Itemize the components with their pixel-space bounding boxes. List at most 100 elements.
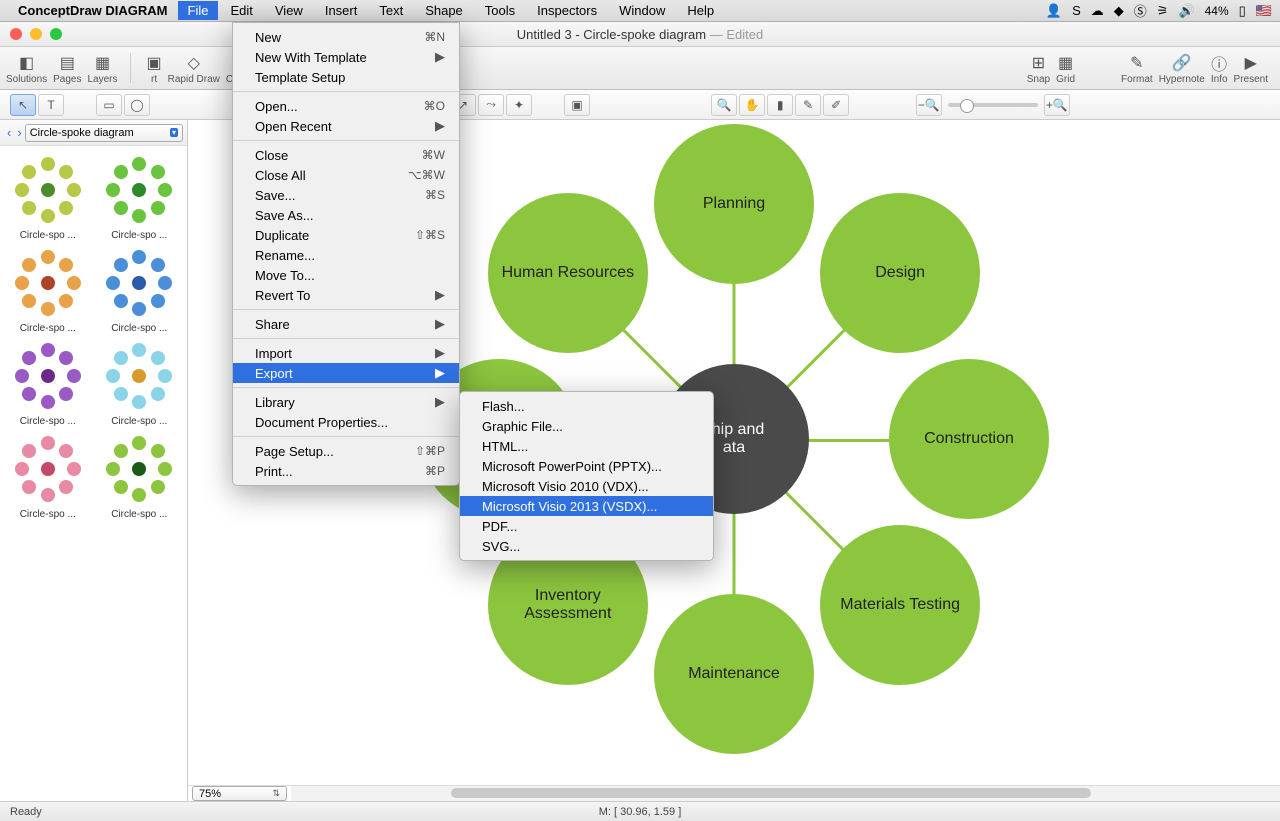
menu-help[interactable]: Help (677, 1, 724, 20)
menu-view[interactable]: View (265, 1, 313, 20)
connector-tool-3[interactable]: ⤳ (478, 94, 504, 116)
export-pdf-[interactable]: PDF... (460, 516, 713, 536)
connector-tool-4[interactable]: ✦ (506, 94, 532, 116)
zoom-in-button[interactable]: +🔍 (1044, 94, 1070, 116)
file-menu-close-all[interactable]: Close All⌥⌘W (233, 165, 459, 185)
file-menu-open-recent[interactable]: Open Recent▶ (233, 116, 459, 136)
paint-tool[interactable]: ▮ (767, 94, 793, 116)
volume-icon[interactable]: 🔊 (1178, 3, 1194, 19)
toolbar-pages[interactable]: ▤Pages (53, 52, 81, 85)
library-next-icon[interactable]: › (14, 125, 24, 140)
ellipse-tool[interactable]: ◯ (124, 94, 150, 116)
menu-text[interactable]: Text (369, 1, 413, 20)
hand-tool[interactable]: ✋ (739, 94, 765, 116)
export-submenu: Flash...Graphic File...HTML...Microsoft … (459, 391, 714, 561)
zoom-tool[interactable]: 🔍 (711, 94, 737, 116)
file-menu-open-[interactable]: Open...⌘O (233, 96, 459, 116)
library-item[interactable]: Circle-spo ... (4, 340, 92, 427)
menu-window[interactable]: Window (609, 1, 675, 20)
toolbar-solutions[interactable]: ◧Solutions (6, 52, 47, 85)
zoom-select[interactable]: 75%⇅ (192, 786, 287, 801)
library-item[interactable]: Circle-spo ... (96, 433, 184, 520)
library-item[interactable]: Circle-spo ... (96, 247, 184, 334)
flag-icon[interactable]: 🇺🇸 (1256, 3, 1272, 19)
rect-tool[interactable]: ▭ (96, 94, 122, 116)
layers-tool[interactable]: ▣ (564, 94, 590, 116)
file-menu-save-as-[interactable]: Save As... (233, 205, 459, 225)
menu-edit[interactable]: Edit (220, 1, 262, 20)
file-menu-new[interactable]: New⌘N (233, 27, 459, 47)
file-menu-template-setup[interactable]: Template Setup (233, 67, 459, 87)
toolbar-info[interactable]: ⓘInfo (1211, 52, 1228, 85)
export-svg-[interactable]: SVG... (460, 536, 713, 556)
cloud-icon[interactable]: ☁ (1091, 3, 1104, 19)
export-microsoft-visio-2013-vsdx-[interactable]: Microsoft Visio 2013 (VSDX)... (460, 496, 713, 516)
diagram-node[interactable]: Human Resources (488, 193, 648, 353)
library-item[interactable]: Circle-spo ... (96, 340, 184, 427)
zoom-window-icon[interactable] (50, 28, 62, 40)
diagram-node[interactable]: Maintenance (654, 594, 814, 754)
file-menu-export[interactable]: Export▶ (233, 363, 459, 383)
export-graphic-file-[interactable]: Graphic File... (460, 416, 713, 436)
file-menu-move-to-[interactable]: Move To... (233, 265, 459, 285)
file-menu-close[interactable]: Close⌘W (233, 145, 459, 165)
diagram-node[interactable]: Construction (889, 359, 1049, 519)
export-microsoft-powerpoint-pptx-[interactable]: Microsoft PowerPoint (PPTX)... (460, 456, 713, 476)
s-icon[interactable]: S (1072, 3, 1081, 18)
file-menu-share[interactable]: Share▶ (233, 314, 459, 334)
toolbar-rt[interactable]: ▣rt (147, 52, 162, 85)
library-item[interactable]: Circle-spo ... (4, 247, 92, 334)
wifi-icon[interactable]: ⚞ (1157, 3, 1169, 19)
file-menu-save-[interactable]: Save...⌘S (233, 185, 459, 205)
toolbar-rapid-draw[interactable]: ◇Rapid Draw (168, 52, 220, 85)
status-left: Ready (10, 806, 42, 818)
menu-file[interactable]: File (178, 1, 219, 20)
file-menu-library[interactable]: Library▶ (233, 392, 459, 412)
user-icon[interactable]: 👤 (1046, 3, 1062, 19)
pointer-tool[interactable]: ↖ (10, 94, 36, 116)
library-select[interactable]: Circle-spoke diagram▾ (25, 124, 183, 142)
export-html-[interactable]: HTML... (460, 436, 713, 456)
traffic-lights[interactable] (0, 28, 62, 40)
file-menu-page-setup-[interactable]: Page Setup...⇧⌘P (233, 441, 459, 461)
menu-shape[interactable]: Shape (415, 1, 473, 20)
menu-tools[interactable]: Tools (475, 1, 525, 20)
export-flash-[interactable]: Flash... (460, 396, 713, 416)
diagram-node[interactable]: Planning (654, 124, 814, 284)
toolbar-present[interactable]: ▶Present (1234, 52, 1268, 85)
library-item[interactable]: Circle-spo ... (4, 433, 92, 520)
menu-inspectors[interactable]: Inspectors (527, 1, 607, 20)
skype-icon[interactable]: Ⓢ (1134, 1, 1147, 20)
file-menu-duplicate[interactable]: Duplicate⇧⌘S (233, 225, 459, 245)
library-item[interactable]: Circle-spo ... (4, 154, 92, 241)
file-menu-import[interactable]: Import▶ (233, 343, 459, 363)
close-window-icon[interactable] (10, 28, 22, 40)
file-menu-new-with-template[interactable]: New With Template▶ (233, 47, 459, 67)
minimize-window-icon[interactable] (30, 28, 42, 40)
file-menu-revert-to[interactable]: Revert To▶ (233, 285, 459, 305)
zoom-slider[interactable] (948, 103, 1038, 107)
file-menu-print-[interactable]: Print...⌘P (233, 461, 459, 481)
zoom-out-button[interactable]: −🔍 (916, 94, 942, 116)
toolbar-format[interactable]: ✎Format (1121, 52, 1153, 85)
window-titlebar: Untitled 3 - Circle-spoke diagram — Edit… (0, 22, 1280, 47)
file-menu-document-properties-[interactable]: Document Properties... (233, 412, 459, 432)
toolbar-grid[interactable]: ▦Grid (1056, 52, 1075, 85)
library-prev-icon[interactable]: ‹ (4, 125, 14, 140)
library-item[interactable]: Circle-spo ... (96, 154, 184, 241)
diagram-node[interactable]: Materials Testing (820, 525, 980, 685)
battery-pct: 44% (1205, 4, 1229, 18)
toolbar-hypernote[interactable]: 🔗Hypernote (1159, 52, 1205, 85)
diamond-icon[interactable]: ◆ (1114, 3, 1124, 19)
menu-insert[interactable]: Insert (315, 1, 368, 20)
export-microsoft-visio-2010-vdx-[interactable]: Microsoft Visio 2010 (VDX)... (460, 476, 713, 496)
file-menu-rename-[interactable]: Rename... (233, 245, 459, 265)
horizontal-scrollbar[interactable] (291, 786, 1280, 801)
toolbar-layers[interactable]: ▦Layers (88, 52, 118, 85)
diagram-node[interactable]: Design (820, 193, 980, 353)
toolbar-snap[interactable]: ⊞Snap (1027, 52, 1050, 85)
eyedropper-tool[interactable]: ✎ (795, 94, 821, 116)
battery-icon[interactable]: ▯ (1239, 3, 1246, 19)
text-tool[interactable]: T (38, 94, 64, 116)
format-painter-tool[interactable]: ✐ (823, 94, 849, 116)
